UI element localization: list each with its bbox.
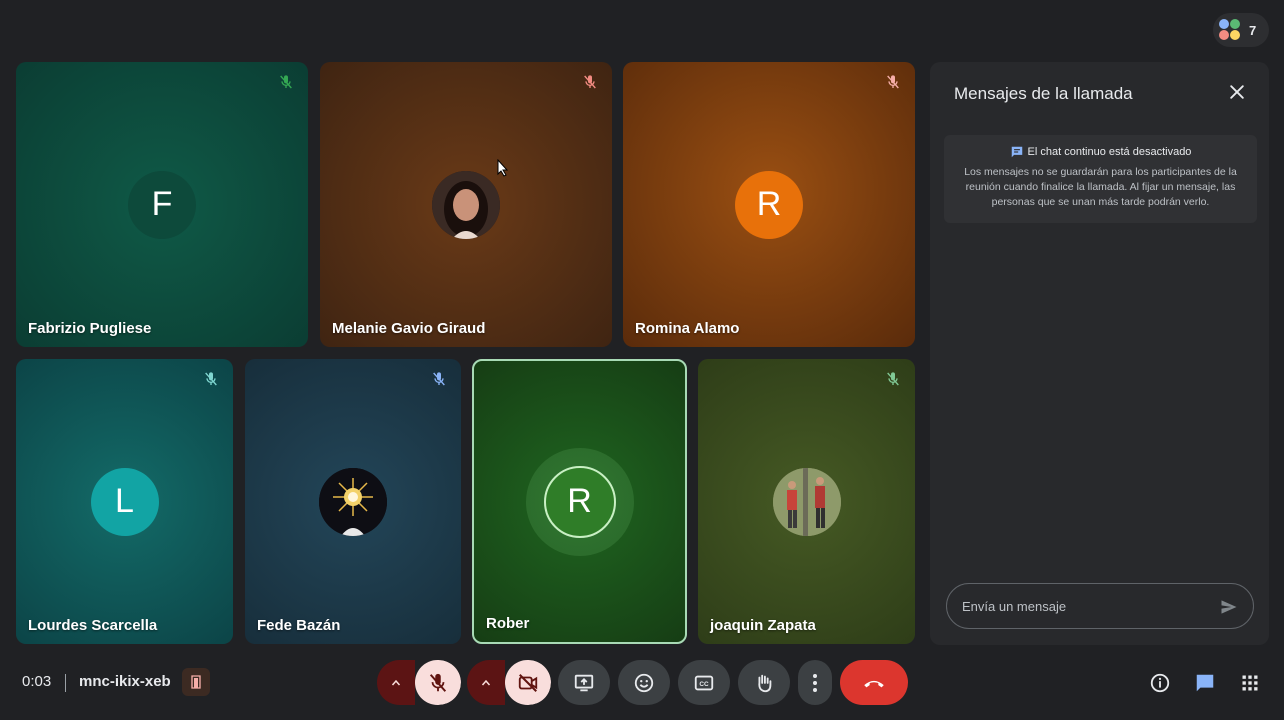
chat-button[interactable] [1193,671,1217,695]
present-screen-button[interactable] [558,660,610,705]
participant-name: Fede Bazán [257,617,341,634]
avatar: R [543,465,616,538]
chevron-up-icon [391,679,401,685]
close-icon[interactable] [1227,82,1247,102]
participants-button[interactable]: 7 [1213,13,1269,47]
participant-name: Lourdes Scarcella [28,617,158,634]
participant-name: Fabrizio Pugliese [28,320,152,337]
mic-off-icon [429,673,447,692]
chat-message-input[interactable]: Envía un mensaje [946,583,1254,629]
chevron-up-icon [481,679,491,685]
present-screen-icon [574,674,594,691]
participant-name: Romina Alamo [635,320,740,337]
mic-control-group [377,660,461,705]
avatar [772,467,841,536]
chat-panel: Mensajes de la llamada El chat continuo … [930,62,1269,645]
send-icon[interactable] [1219,597,1239,617]
participant-tile-melanie[interactable]: Melanie Gavio Giraud [320,62,612,347]
apps-grid-icon [1242,675,1258,691]
chat-input-placeholder: Envía un mensaje [962,598,1067,614]
leave-call-button[interactable] [840,660,908,705]
camera-toggle-button[interactable] [505,660,551,705]
meeting-code: mnc-ikix-xeb [79,673,171,690]
host-controls-button[interactable] [182,668,210,696]
chat-notice-body: Los mensajes no se guardarán para los pa… [964,166,1237,208]
camera-off-icon [518,673,538,692]
participants-avatars-icon [1219,19,1241,41]
more-vert-icon [813,673,817,692]
participant-tile-lourdes[interactable]: L Lourdes Scarcella [16,359,233,644]
avatar: F [128,170,196,239]
avatar: R [735,170,803,239]
chat-notice-title: El chat continuo está desactivado [1027,146,1192,158]
participants-count: 7 [1249,22,1257,38]
captions-button[interactable]: CC [678,660,730,705]
meeting-time: 0:03 [22,673,52,690]
participant-name: Melanie Gavio Giraud [332,320,486,337]
raise-hand-icon [758,674,772,692]
reactions-button[interactable] [618,660,670,705]
participant-tile-romina[interactable]: R Romina Alamo [623,62,915,347]
activities-button[interactable] [1238,671,1262,695]
captions-icon: CC [694,675,714,690]
avatar: L [90,467,159,536]
chat-notice: El chat continuo está desactivado Los me… [944,135,1257,223]
svg-text:CC: CC [699,681,709,688]
participant-name: Rober [486,615,530,632]
profile-photo [772,467,841,536]
chat-panel-title: Mensajes de la llamada [954,84,1133,103]
mic-off-icon [433,372,445,386]
door-icon [191,675,201,689]
info-icon [1150,673,1170,693]
raise-hand-button[interactable] [738,660,790,705]
mic-off-icon [887,75,899,89]
chat-icon [1196,674,1214,692]
participant-tile-joaquin[interactable]: joaquin Zapata [698,359,915,644]
mouse-cursor-icon [497,159,509,177]
monstrance-photo [319,467,387,536]
camera-control-group [467,660,551,705]
more-options-button[interactable] [798,660,832,705]
avatar [432,170,500,239]
chat-bubble-icon [1011,146,1022,158]
mic-off-icon [205,372,217,386]
mic-off-icon [584,75,596,89]
participant-name: joaquin Zapata [710,617,816,634]
divider [65,674,66,692]
call-end-icon [864,680,884,687]
meeting-details-button[interactable] [1148,671,1172,695]
profile-photo [432,170,500,239]
mic-toggle-button[interactable] [415,660,461,705]
participant-tile-rober[interactable]: R Rober [472,359,687,644]
mic-off-icon [280,75,292,89]
participant-tile-fabrizio[interactable]: F Fabrizio Pugliese [16,62,308,347]
participant-tile-fede[interactable]: Fede Bazán [245,359,461,644]
emoji-icon [634,673,654,692]
avatar [319,467,387,536]
camera-options-button[interactable] [467,660,505,705]
mic-off-icon [887,372,899,386]
mic-options-button[interactable] [377,660,415,705]
